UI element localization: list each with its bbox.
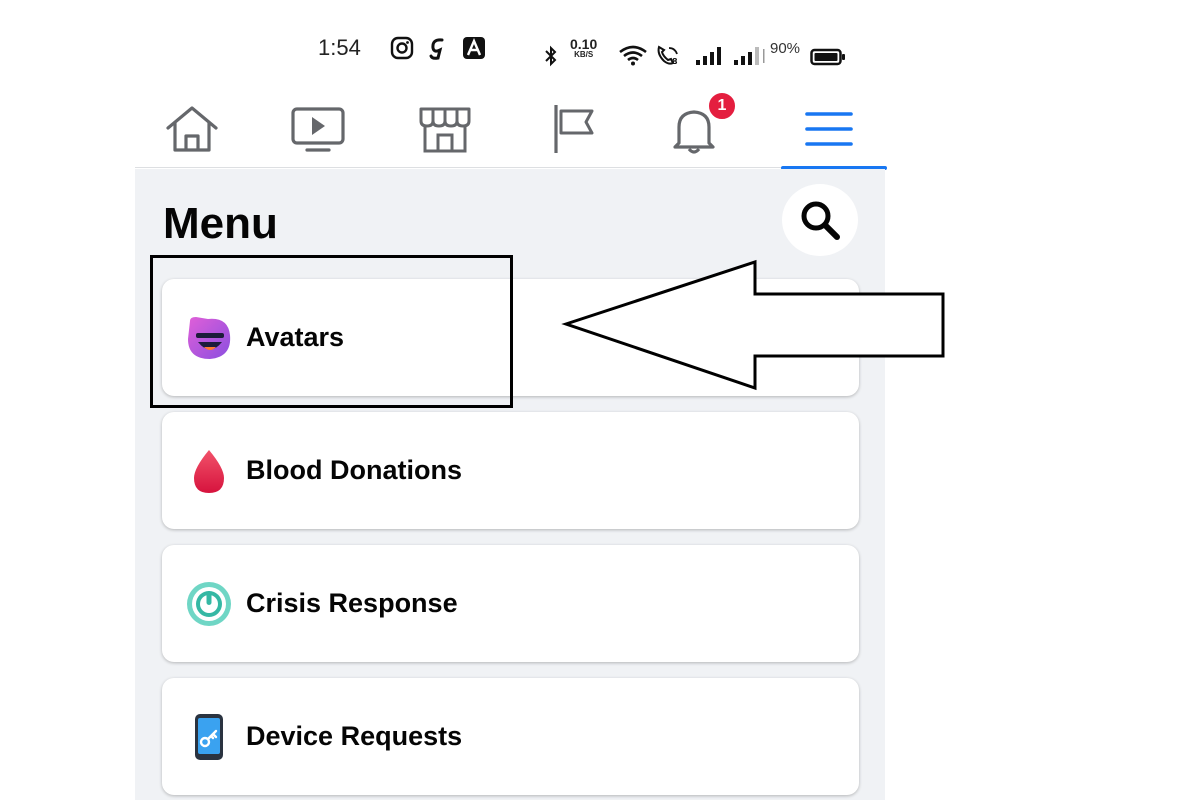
instagram-icon [390,36,414,60]
top-navigation: 1 [135,90,887,170]
menu-item-label: Device Requests [246,721,463,751]
page-title: Menu [163,199,278,248]
nav-tab-pages[interactable] [527,90,617,168]
signal-strength-icon [696,47,721,65]
app-g-icon [429,38,444,60]
annotation-arrow [561,259,945,391]
network-speed: 0.10 KB/S [570,30,597,66]
nav-tab-watch[interactable] [273,90,363,168]
home-icon [166,106,218,152]
volte-call-icon: 8 [657,45,678,66]
highlight-box [150,255,513,408]
nav-tab-marketplace[interactable] [400,90,490,168]
battery-icon [810,48,845,66]
device-icon [184,712,234,762]
app-a-icon [463,37,485,59]
flag-icon [554,105,594,153]
menu-item-crisis-response[interactable]: Crisis Response [162,545,859,662]
network-speed-value: 0.10 [570,36,598,52]
search-button[interactable] [782,184,858,256]
nav-tab-home[interactable] [147,90,237,168]
menu-item-device-requests[interactable]: Device Requests [162,678,859,795]
network-speed-unit: KB/S [574,50,594,59]
nav-tab-menu[interactable] [781,90,887,170]
crisis-response-icon [184,579,234,629]
svg-text:8: 8 [672,57,678,66]
hamburger-icon [805,112,853,146]
menu-item-label: Crisis Response [246,588,458,618]
store-icon [419,107,471,153]
wifi-icon [619,45,647,66]
menu-item-blood-donations[interactable]: Blood Donations [162,412,859,529]
blood-drop-icon [184,446,234,496]
notification-badge: 1 [707,91,737,121]
status-time: 1:54 [318,35,361,60]
status-bar: 1:54 0.10 KB/S 8 90% [300,30,860,67]
search-icon [801,201,840,240]
signal-strength-2-icon [734,47,765,65]
menu-item-label: Blood Donations [246,455,462,485]
video-icon [291,107,345,152]
battery-percent: 90% [770,39,801,57]
bluetooth-icon [545,45,557,67]
